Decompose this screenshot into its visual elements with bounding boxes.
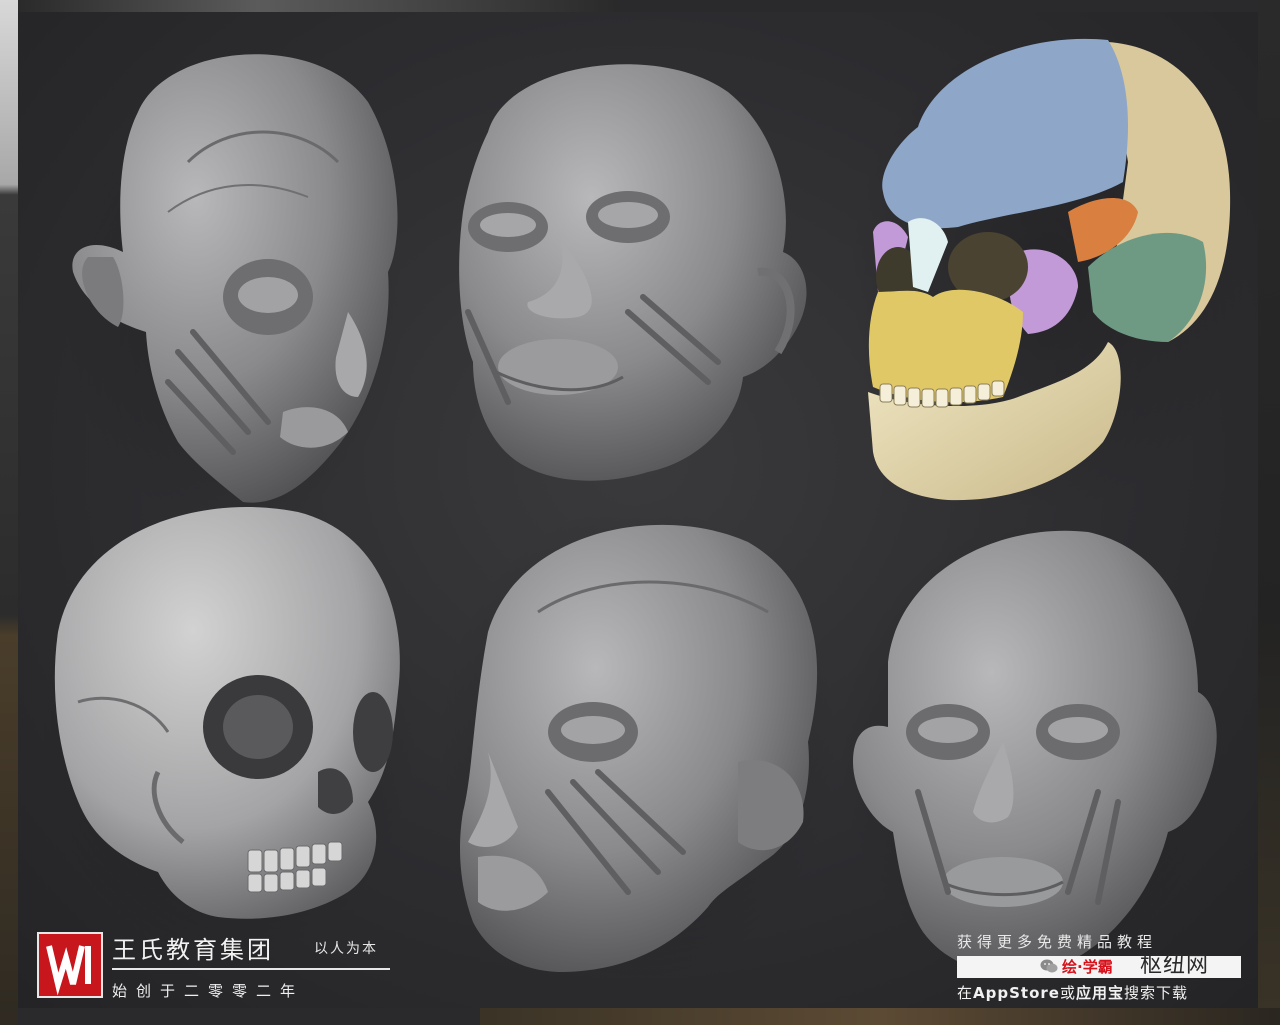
brand-divider [112,968,390,970]
brand-logo [37,932,103,998]
promo-download-hint: 在AppStore或应用宝搜索下载 [957,982,1188,1003]
brand-logo-mark-icon [46,945,91,996]
skull-grey [38,502,418,962]
photo-edge-bottom [480,1008,1280,1025]
promo-wechat-label: 绘 [1062,958,1078,976]
photo-edge-top [18,0,618,12]
brand-motto: 以人为本 [314,941,378,957]
skull-colored-bones [848,32,1248,512]
muscle-head-2 [459,64,807,481]
promo-headline: 获得更多免费精品教程 [957,933,1158,951]
promo-or: 或 [1059,984,1076,1002]
anatomy-sculpt-illustration [38,32,1248,982]
muscle-head-5 [438,502,838,982]
promo-app-name: 应用宝 [1075,984,1124,1002]
promo-brand-label: 绘·学霸 [1062,958,1113,976]
promo-appstore: AppStore [973,984,1060,1002]
photo-edge-right [1258,0,1280,1025]
promo-brand-name: 学霸 [1082,958,1113,976]
promo-site-name: 枢纽网 [1140,953,1210,978]
photo-edge-left [0,0,18,1025]
muscle-head-6 [838,522,1218,982]
promo-suffix: 搜索下载 [1123,984,1188,1002]
muscle-head-1 [63,54,403,532]
brand-since: 始创于二零零二年 [112,982,305,1000]
wechat-icon [1040,959,1058,973]
promo-prefix: 在 [957,984,974,1002]
brand-name: 王氏教育集团 [112,936,274,964]
